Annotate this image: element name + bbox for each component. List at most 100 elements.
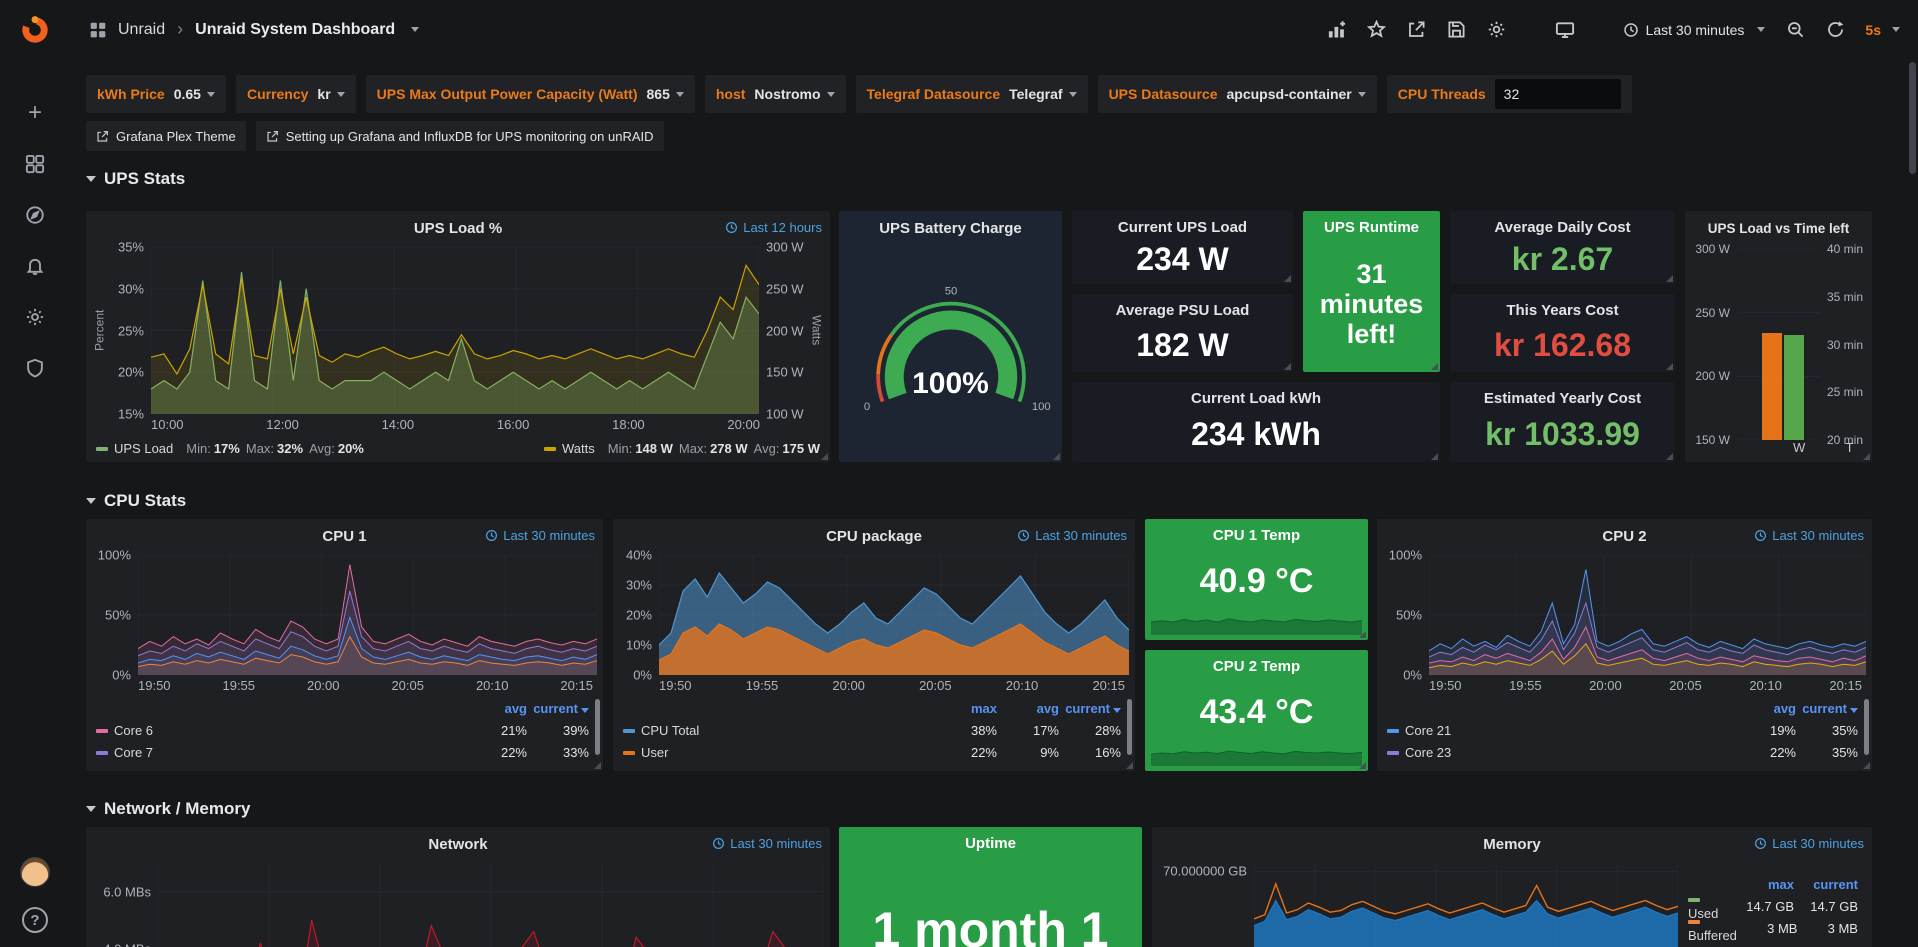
- variable-value[interactable]: apcupsd-container: [1227, 86, 1366, 102]
- zoom-out-icon[interactable]: [1785, 20, 1805, 40]
- legend-column-header[interactable]: current: [1059, 701, 1121, 716]
- panel-title[interactable]: UPS Load vs Time left: [1708, 221, 1850, 236]
- legend-series-name[interactable]: Core 21: [1387, 723, 1734, 738]
- panel-title[interactable]: Current UPS Load: [1072, 219, 1293, 236]
- panel-time-override[interactable]: Last 30 minutes: [1754, 836, 1864, 851]
- panel-time-override[interactable]: Last 30 minutes: [712, 836, 822, 851]
- legend-column-header[interactable]: avg: [997, 701, 1059, 716]
- legend-column-header[interactable]: current: [1794, 877, 1858, 892]
- legend-series-name[interactable]: Core 23: [1387, 745, 1734, 760]
- legend-series-name[interactable]: Core 7: [96, 745, 465, 760]
- variable-value[interactable]: Telegraf: [1009, 86, 1076, 102]
- section-network-memory[interactable]: Network / Memory: [86, 799, 250, 819]
- user-avatar[interactable]: [20, 857, 50, 887]
- legend-column-header[interactable]: current: [527, 701, 589, 716]
- panel-time-override[interactable]: Last 12 hours: [725, 220, 822, 235]
- panel-title[interactable]: UPS Battery Charge: [879, 220, 1022, 237]
- star-icon[interactable]: [1367, 20, 1387, 40]
- share-icon[interactable]: [1407, 20, 1427, 40]
- breadcrumb-app[interactable]: Unraid: [118, 21, 165, 39]
- legend-column-header[interactable]: current: [1796, 701, 1858, 716]
- panel-memory: Memory Last 30 minutes 70.000000 GB60.00…: [1152, 827, 1872, 947]
- panel-title[interactable]: CPU 1: [322, 528, 366, 545]
- chart-plot[interactable]: [138, 555, 597, 675]
- legend-value: 14.7 GB: [1730, 899, 1794, 914]
- axis-tick: 30%: [118, 281, 144, 296]
- legend-scrollbar[interactable]: [1864, 699, 1869, 755]
- explore-icon[interactable]: [23, 203, 47, 227]
- chart-plot[interactable]: [1429, 555, 1866, 675]
- panel-title[interactable]: UPS Load %: [414, 220, 502, 237]
- legend-series-name[interactable]: UPS Load: [114, 441, 173, 456]
- chart-plot[interactable]: [1254, 863, 1678, 947]
- alerting-icon[interactable]: [23, 254, 47, 278]
- dashboard-link[interactable]: Setting up Grafana and InfluxDB for UPS …: [256, 121, 664, 151]
- dashboard-title-caret-icon[interactable]: [411, 27, 419, 32]
- panel-title[interactable]: CPU 2 Temp: [1145, 658, 1368, 675]
- bar-t[interactable]: [1784, 335, 1804, 440]
- panel-title[interactable]: Network: [428, 836, 487, 853]
- variable-value[interactable]: kr: [317, 86, 344, 102]
- chevron-down-icon: [337, 92, 345, 97]
- dashboards-icon[interactable]: [23, 152, 47, 176]
- section-ups-stats[interactable]: UPS Stats: [86, 169, 185, 189]
- panel-title[interactable]: Average Daily Cost: [1450, 219, 1675, 236]
- section-cpu-stats[interactable]: CPU Stats: [86, 491, 186, 511]
- chart-plot[interactable]: [659, 555, 1129, 675]
- server-admin-shield-icon[interactable]: [23, 356, 47, 380]
- add-panel-icon[interactable]: [1327, 20, 1347, 40]
- time-range-picker[interactable]: Last 30 minutes: [1623, 22, 1766, 38]
- legend-series-name[interactable]: User: [623, 745, 935, 760]
- bar-w[interactable]: [1762, 333, 1782, 440]
- variable-input[interactable]: 32: [1495, 79, 1621, 109]
- create-icon[interactable]: +: [23, 101, 47, 125]
- panel-title[interactable]: CPU 2: [1602, 528, 1646, 545]
- legend-column-header[interactable]: avg: [1734, 701, 1796, 716]
- configuration-gear-icon[interactable]: [23, 305, 47, 329]
- panel-title[interactable]: Estimated Yearly Cost: [1450, 390, 1675, 407]
- legend-series-name[interactable]: Buffered: [1688, 913, 1737, 943]
- save-icon[interactable]: [1447, 20, 1467, 40]
- legend-column-header[interactable]: max: [1730, 877, 1794, 892]
- panel-title[interactable]: Average PSU Load: [1072, 302, 1293, 319]
- panel-title[interactable]: CPU package: [826, 528, 922, 545]
- variable-value[interactable]: Nostromo: [754, 86, 834, 102]
- x-axis-tick: 20:05: [1669, 678, 1702, 695]
- variable-label: Telegraf Datasource: [867, 86, 1001, 102]
- legend-value: 3 MB: [1797, 921, 1858, 936]
- cycle-view-monitor-icon[interactable]: [1555, 20, 1575, 40]
- bar-chart-plot[interactable]: [1737, 249, 1820, 440]
- dashboard-link[interactable]: Grafana Plex Theme: [86, 121, 246, 151]
- panel-title[interactable]: Memory: [1483, 836, 1541, 853]
- variable-value[interactable]: 865: [647, 86, 684, 102]
- panel-time-override[interactable]: Last 30 minutes: [1017, 528, 1127, 543]
- legend-scrollbar[interactable]: [595, 699, 600, 755]
- chart-plot[interactable]: [158, 863, 824, 947]
- dashboard-settings-gear-icon[interactable]: [1487, 20, 1507, 40]
- panel-time-override[interactable]: Last 30 minutes: [1754, 528, 1864, 543]
- legend-row: Core 621%39%: [96, 719, 589, 741]
- apps-grid-icon[interactable]: [88, 20, 108, 40]
- panel-title[interactable]: This Years Cost: [1450, 302, 1675, 319]
- legend-value: 28%: [1059, 723, 1121, 738]
- panel-title[interactable]: UPS Runtime: [1303, 219, 1440, 236]
- dashboard-title[interactable]: Unraid System Dashboard: [195, 21, 395, 39]
- panel-time-override[interactable]: Last 30 minutes: [485, 528, 595, 543]
- legend-series-name[interactable]: Watts: [562, 441, 595, 456]
- legend-scrollbar[interactable]: [1127, 699, 1132, 755]
- legend-column-header[interactable]: avg: [465, 701, 527, 716]
- legend-value: 3 MB: [1737, 921, 1798, 936]
- legend-series-name[interactable]: Core 6: [96, 723, 465, 738]
- panel-title[interactable]: Uptime: [839, 835, 1142, 852]
- page-scrollbar[interactable]: [1909, 62, 1916, 174]
- refresh-icon[interactable]: [1825, 20, 1845, 40]
- panel-title[interactable]: Current Load kWh: [1072, 390, 1440, 407]
- grafana-logo[interactable]: [0, 0, 70, 59]
- variable-value[interactable]: 0.65: [174, 86, 215, 102]
- panel-title[interactable]: CPU 1 Temp: [1145, 527, 1368, 544]
- chart-plot[interactable]: [151, 247, 759, 414]
- legend-series-name[interactable]: CPU Total: [623, 723, 935, 738]
- legend-column-header[interactable]: max: [935, 701, 997, 716]
- help-icon[interactable]: ?: [22, 907, 48, 933]
- refresh-interval-select[interactable]: 5s: [1865, 22, 1900, 38]
